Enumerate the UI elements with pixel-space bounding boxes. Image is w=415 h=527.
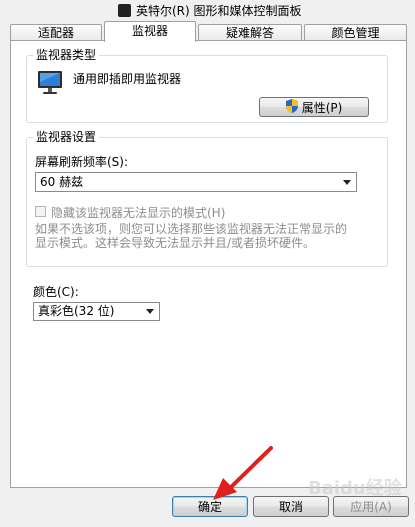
monitor-settings-legend: 监视器设置 xyxy=(33,130,100,144)
monitor-icon xyxy=(37,70,63,96)
annotation-arrow xyxy=(213,446,273,500)
chevron-down-icon xyxy=(146,309,154,314)
color-depth-select[interactable]: 真彩色(32 位) xyxy=(33,302,160,321)
tab-troubleshoot[interactable]: 疑难解答 xyxy=(198,24,302,41)
tab-panel: 监视器类型 通用即插即用监视器 属性(P) 监视器设置 屏幕刷新频率(S): 6… xyxy=(10,40,407,488)
watermark: Baidu经验 xyxy=(308,478,402,499)
refresh-rate-value: 60 赫兹 xyxy=(40,175,84,189)
chevron-down-icon xyxy=(343,180,351,185)
color-label: 颜色(C): xyxy=(33,285,79,299)
tab-adapter[interactable]: 适配器 xyxy=(10,24,102,41)
monitor-type-group: 监视器类型 通用即插即用监视器 属性(P) xyxy=(26,48,388,123)
tab-color-management[interactable]: 颜色管理 xyxy=(304,24,407,41)
window-title: 英特尔(R) 图形和媒体控制面板 xyxy=(136,4,302,18)
refresh-rate-label: 屏幕刷新频率(S): xyxy=(35,155,129,169)
hide-modes-label: 隐藏该监视器无法显示的模式(H) xyxy=(51,206,226,220)
tab-monitor-label: 监视器 xyxy=(131,24,168,38)
monitor-settings-group: 监视器设置 屏幕刷新频率(S): 60 赫兹 隐藏该监视器无法显示的模式(H) … xyxy=(26,130,388,267)
tab-troubleshoot-label: 疑难解答 xyxy=(225,26,274,40)
app-icon xyxy=(118,4,131,17)
title-bar: 英特尔(R) 图形和媒体控制面板 xyxy=(0,0,415,22)
cancel-button-label: 取消 xyxy=(278,500,303,514)
monitor-type-legend: 监视器类型 xyxy=(33,48,100,62)
properties-button[interactable]: 属性(P) xyxy=(259,97,369,117)
hide-modes-checkbox[interactable] xyxy=(35,206,46,217)
tab-adapter-label: 适配器 xyxy=(37,26,74,40)
apply-button-label: 应用(A) xyxy=(350,500,392,514)
color-depth-value: 真彩色(32 位) xyxy=(38,304,115,318)
refresh-rate-select[interactable]: 60 赫兹 xyxy=(35,172,357,192)
properties-button-label: 属性(P) xyxy=(301,100,343,115)
monitor-name: 通用即插即用监视器 xyxy=(73,72,182,86)
hide-modes-description-line2: 显示模式。这样会导致无法显示并且/或者损坏硬件。 xyxy=(35,236,316,250)
shield-icon xyxy=(285,98,298,116)
tab-monitor[interactable]: 监视器 xyxy=(104,21,196,42)
tab-color-management-label: 颜色管理 xyxy=(331,26,380,40)
